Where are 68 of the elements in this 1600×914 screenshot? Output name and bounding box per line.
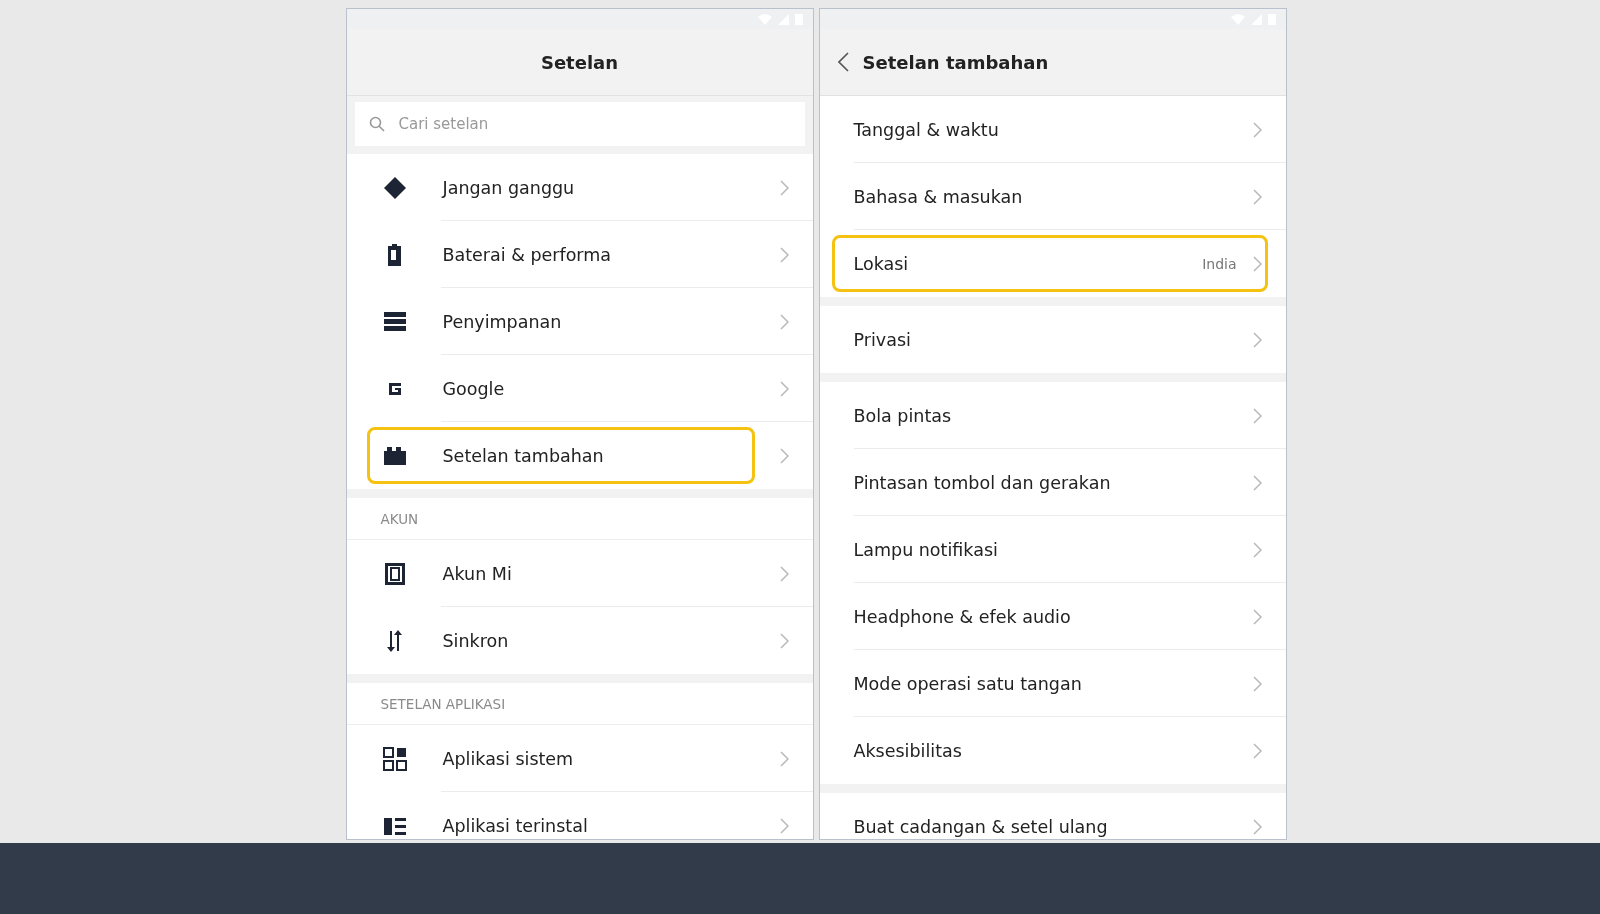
settings-item[interactable]: Aplikasi sistem: [346, 725, 813, 792]
item-label: Setelan tambahan: [442, 445, 605, 466]
chevron-right-icon: [779, 750, 789, 767]
chevron-right-icon: [1252, 331, 1262, 348]
chevron-right-icon: [1252, 541, 1262, 558]
chevron-right-icon: [1252, 818, 1262, 835]
section-header: AKUN: [380, 510, 419, 527]
settings-item[interactable]: Akun Mi: [346, 540, 813, 607]
settings-item[interactable]: Jangan ganggu: [346, 154, 813, 221]
chevron-right-icon: [1252, 474, 1262, 491]
chevron-right-icon: [779, 565, 789, 582]
settings-item[interactable]: Lokasi India: [819, 230, 1286, 297]
settings-item[interactable]: Aksesibilitas: [819, 717, 1286, 784]
item-label: Lampu notifikasi: [853, 539, 999, 560]
item-label: Bahasa & masukan: [853, 186, 1024, 207]
screen-title: Setelan: [540, 51, 619, 73]
settings-item[interactable]: Google: [346, 355, 813, 422]
chevron-right-icon: [779, 246, 789, 263]
grid-icon: [381, 745, 408, 772]
item-label: Mode operasi satu tangan: [853, 673, 1083, 694]
settings-item[interactable]: Bahasa & masukan: [819, 163, 1286, 230]
item-label: Pintasan tombol dan gerakan: [853, 472, 1112, 493]
settings-item[interactable]: Privasi: [819, 306, 1286, 373]
settings-item[interactable]: Tanggal & waktu: [819, 96, 1286, 163]
settings-item[interactable]: Pintasan tombol dan gerakan: [819, 449, 1286, 516]
item-label: Penyimpanan: [442, 311, 563, 332]
item-label: Bola pintas: [853, 405, 953, 426]
chevron-right-icon: [779, 179, 789, 196]
chevron-right-icon: [1252, 675, 1262, 692]
chevron-right-icon: [1252, 407, 1262, 424]
item-label: Aplikasi sistem: [442, 748, 575, 769]
chevron-right-icon: [1252, 608, 1262, 625]
screen-title: Setelan tambahan: [862, 51, 1049, 73]
item-label: Jangan ganggu: [442, 177, 576, 198]
item-label: Aksesibilitas: [853, 740, 963, 761]
chevron-right-icon: [1252, 255, 1262, 272]
settings-item[interactable]: Baterai & performa: [346, 221, 813, 288]
chevron-right-icon: [1252, 121, 1262, 138]
item-label: Lokasi: [853, 253, 910, 274]
section-header: SETELAN APLIKASI: [380, 695, 506, 712]
settings-item[interactable]: Lampu notifikasi: [819, 516, 1286, 583]
item-label: Headphone & efek audio: [853, 606, 1072, 627]
item-label: Buat cadangan & setel ulang: [853, 816, 1109, 837]
settings-item[interactable]: Mode operasi satu tangan: [819, 650, 1286, 717]
item-label: Aplikasi terinstal: [442, 815, 589, 836]
item-label: Privasi: [853, 329, 912, 350]
chevron-right-icon: [779, 817, 789, 834]
search-field[interactable]: Cari setelan: [354, 102, 805, 146]
settings-item[interactable]: Penyimpanan: [346, 288, 813, 355]
chevron-right-icon: [779, 380, 789, 397]
settings-item[interactable]: Aplikasi terinstal: [346, 792, 813, 839]
settings-item[interactable]: Sinkron: [346, 607, 813, 674]
chevron-right-icon: [779, 632, 789, 649]
chevron-right-icon: [1252, 742, 1262, 759]
settings-item[interactable]: Setelan tambahan: [346, 422, 813, 489]
chevron-right-icon: [1252, 188, 1262, 205]
item-label: Google: [442, 378, 506, 399]
item-label: Akun Mi: [442, 563, 513, 584]
item-label: Tanggal & waktu: [853, 119, 1000, 140]
settings-item[interactable]: Bola pintas: [819, 382, 1286, 449]
chevron-right-icon: [779, 313, 789, 330]
item-label: Sinkron: [442, 630, 510, 651]
item-value: India: [1202, 255, 1237, 272]
chevron-right-icon: [779, 447, 789, 464]
back-icon[interactable]: [837, 52, 849, 72]
settings-item[interactable]: Buat cadangan & setel ulang: [819, 793, 1286, 839]
item-label: Baterai & performa: [442, 244, 612, 265]
settings-item[interactable]: Headphone & efek audio: [819, 583, 1286, 650]
